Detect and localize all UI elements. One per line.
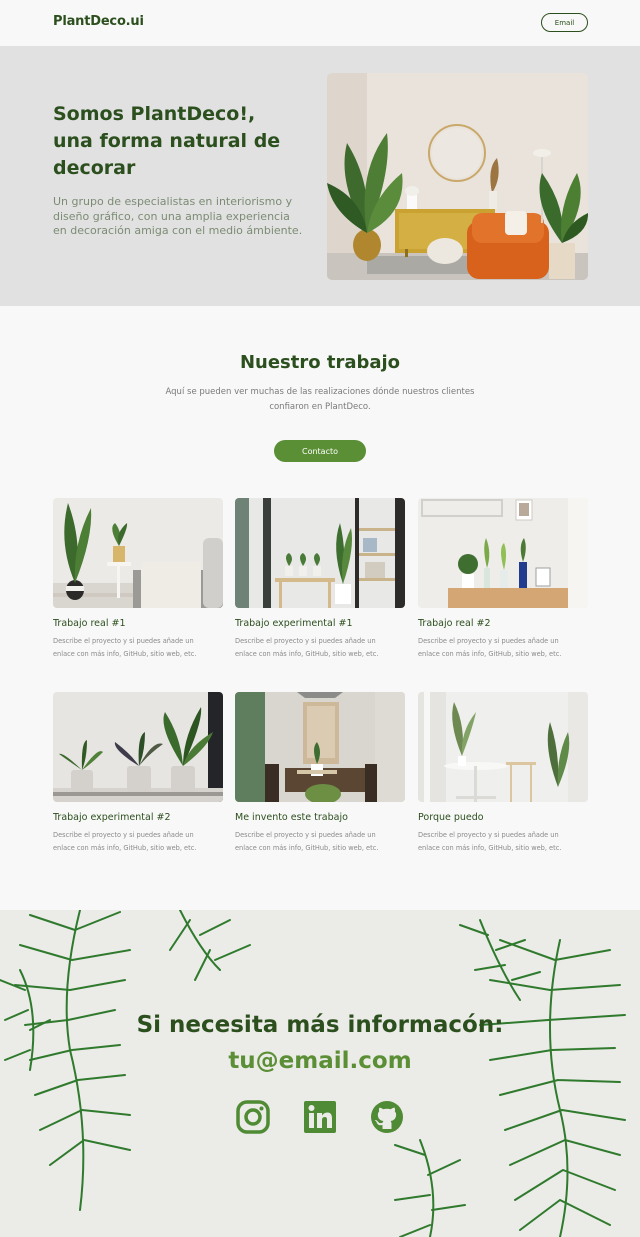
hero-description: Un grupo de especialistas en interiorism… — [53, 195, 303, 237]
project-image[interactable] — [53, 498, 223, 608]
hero-title-line: decorar — [53, 157, 136, 179]
footer-email-link[interactable]: tu@email.com — [0, 1048, 640, 1074]
project-card[interactable]: Me invento este trabajo Describe el proy… — [235, 692, 405, 854]
project-card[interactable]: Trabajo real #2 Describe el proyecto y s… — [418, 498, 588, 660]
project-image[interactable] — [235, 498, 405, 608]
github-icon[interactable] — [370, 1100, 404, 1134]
project-title[interactable]: Trabajo real #2 — [418, 618, 588, 629]
hero-title-line: Somos PlantDeco!, — [53, 103, 256, 125]
top-navbar: PlantDeco.ui Email — [0, 0, 640, 46]
brand-logo[interactable]: PlantDeco.ui — [53, 14, 144, 29]
project-description: Describe el proyecto y si puedes añade u… — [53, 831, 197, 852]
project-title[interactable]: Trabajo real #1 — [53, 618, 223, 629]
footer-title: Si necesita más informacón: — [136, 1012, 504, 1038]
project-title[interactable]: Porque puedo — [418, 812, 588, 823]
project-title[interactable]: Me invento este trabajo — [235, 812, 405, 823]
linkedin-icon[interactable] — [303, 1100, 337, 1134]
contact-footer: Si necesita más informacón: tu@email.com — [0, 910, 640, 1237]
instagram-icon[interactable] — [236, 1100, 270, 1134]
hero-section: Somos PlantDeco!, una forma natural de d… — [0, 46, 640, 306]
project-card[interactable]: Trabajo real #1 Describe el proyecto y s… — [53, 498, 223, 660]
project-description: Describe el proyecto y si puedes añade u… — [418, 831, 562, 852]
project-title[interactable]: Trabajo experimental #1 — [235, 618, 405, 629]
project-card[interactable]: Trabajo experimental #1 Describe el proy… — [235, 498, 405, 660]
email-button[interactable]: Email — [541, 13, 588, 32]
project-description: Describe el proyecto y si puedes añade u… — [53, 637, 197, 658]
project-description: Describe el proyecto y si puedes añade u… — [235, 637, 379, 658]
work-section-title: Nuestro trabajo — [239, 352, 401, 373]
hero-living-room-image — [327, 73, 588, 280]
project-image[interactable] — [53, 692, 223, 802]
project-card[interactable]: Trabajo experimental #2 Describe el proy… — [53, 692, 223, 854]
project-image[interactable] — [418, 692, 588, 802]
project-description: Describe el proyecto y si puedes añade u… — [418, 637, 562, 658]
project-image[interactable] — [235, 692, 405, 802]
project-image[interactable] — [418, 498, 588, 608]
hero-title-line: una forma natural de — [53, 130, 281, 152]
project-description: Describe el proyecto y si puedes añade u… — [235, 831, 379, 852]
work-section-description: Aquí se pueden ver muchas de las realiza… — [165, 387, 475, 412]
contact-button[interactable]: Contacto — [274, 440, 366, 462]
project-title[interactable]: Trabajo experimental #2 — [53, 812, 223, 823]
project-card[interactable]: Porque puedo Describe el proyecto y si p… — [418, 692, 588, 854]
hero-title: Somos PlantDeco!, una forma natural de d… — [53, 101, 303, 182]
